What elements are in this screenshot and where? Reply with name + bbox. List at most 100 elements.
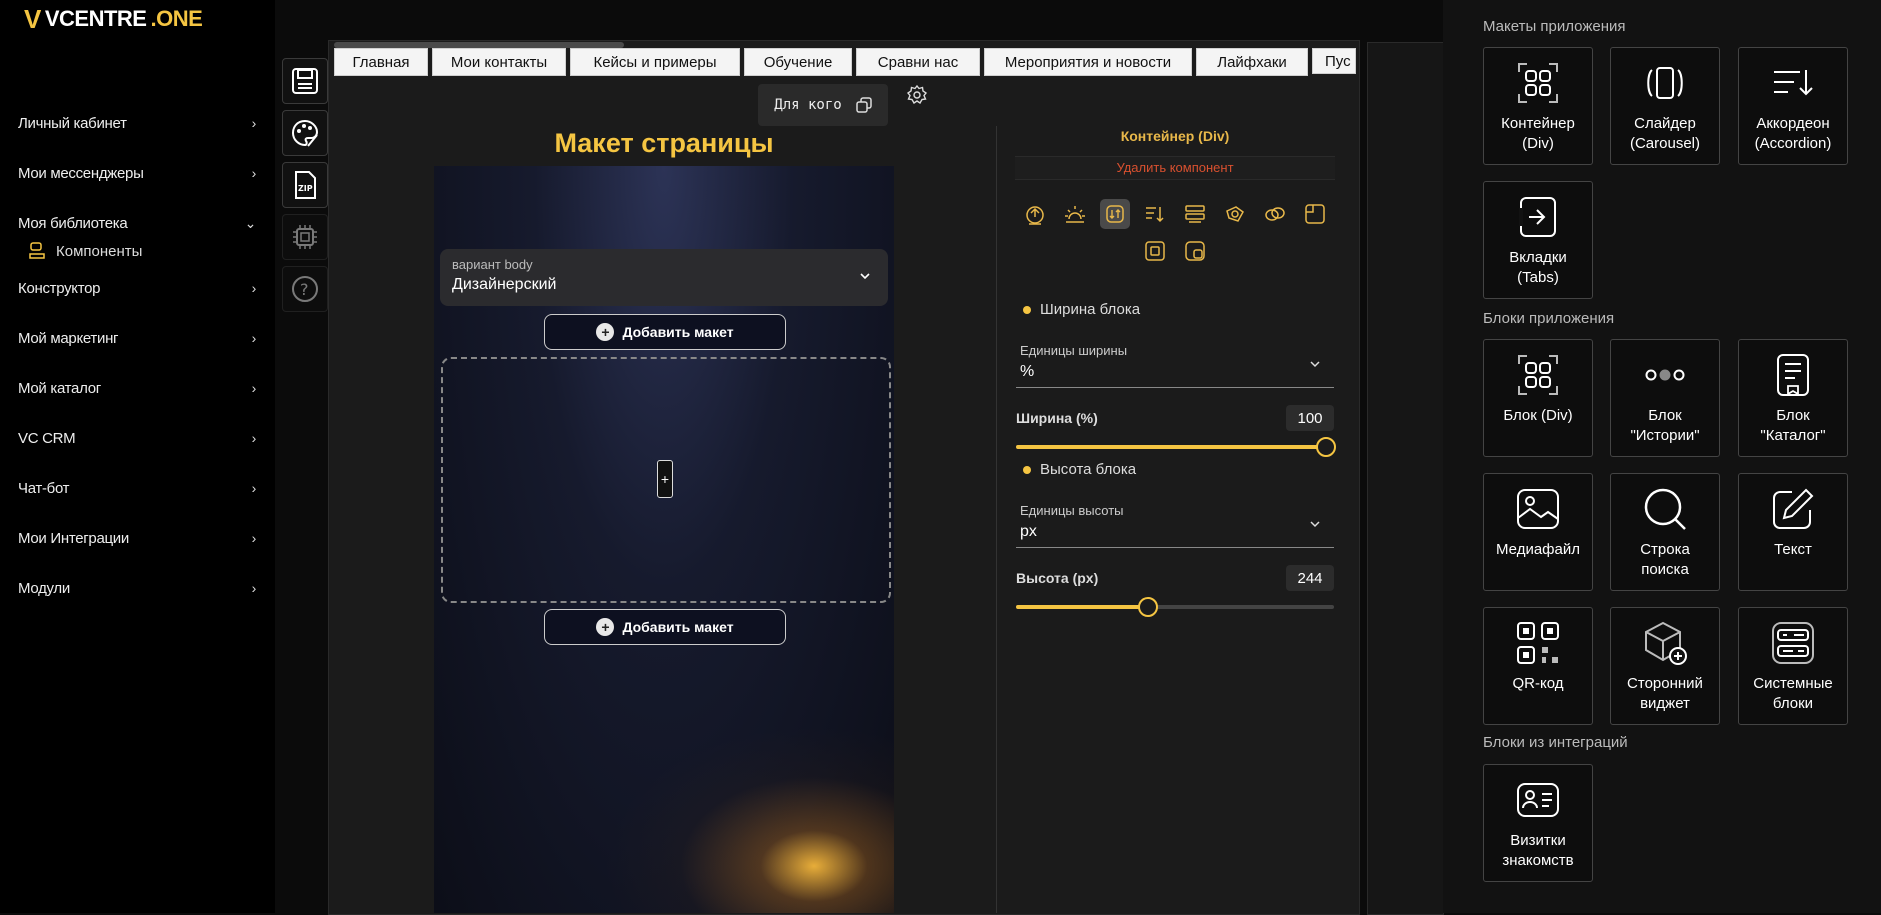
sidebar-item-constructor[interactable]: Конструктор › <box>18 276 258 300</box>
add-layout-button-top[interactable]: + Добавить макет <box>544 314 786 350</box>
sidebar-item-catalog[interactable]: Мой каталог › <box>18 376 258 400</box>
component-card-business-cards[interactable]: Визитки знакомств <box>1483 764 1593 882</box>
tab-events[interactable]: Мероприятия и новости <box>984 48 1192 76</box>
rows-icon <box>1185 205 1205 223</box>
height-block-label: Высота блока <box>1023 461 1136 478</box>
chip-button[interactable] <box>282 214 328 260</box>
component-card-text[interactable]: Текст <box>1738 473 1848 591</box>
component-card-search[interactable]: Строка поиска <box>1610 473 1720 591</box>
height-units-select[interactable]: Единицы высоты px <box>1016 503 1334 548</box>
prop-icon-size[interactable] <box>1100 199 1130 229</box>
integration-blocks-title: Блоки из интеграций <box>1483 734 1628 751</box>
page-title: Макет страницы <box>554 128 774 158</box>
border-icon <box>1305 204 1325 224</box>
tab-cases[interactable]: Кейсы и примеры <box>570 48 740 76</box>
component-card-media[interactable]: Медиафайл <box>1483 473 1593 591</box>
sidebar-item-integrations[interactable]: Мои Интеграции › <box>18 526 258 550</box>
tab-learning[interactable]: Обучение <box>744 48 852 76</box>
prop-icon-layout[interactable] <box>1180 199 1210 229</box>
prop-icon-brightness[interactable] <box>1060 199 1090 229</box>
for-whom-button[interactable]: Для кого <box>758 84 888 126</box>
chevron-right-icon: › <box>251 115 257 131</box>
component-card-qr[interactable]: QR-код <box>1483 607 1593 725</box>
width-slider-label: Ширина (%) <box>1016 410 1098 426</box>
tab-lifehacks[interactable]: Лайфхаки <box>1196 48 1308 76</box>
design-button[interactable] <box>282 110 328 156</box>
bullet-dot <box>1023 305 1031 314</box>
app-layouts-title: Макеты приложения <box>1483 18 1626 35</box>
chevron-right-icon: › <box>251 580 257 596</box>
component-card-carousel[interactable]: Слайдер (Carousel) <box>1610 47 1720 165</box>
settings-icon[interactable] <box>906 84 928 106</box>
component-card-system[interactable]: Системные блоки <box>1738 607 1848 725</box>
width-slider[interactable] <box>1016 437 1336 457</box>
chevron-right-icon: › <box>251 380 257 396</box>
add-layout-button-bottom[interactable]: + Добавить макет <box>544 609 786 645</box>
chevron-down-icon <box>1310 521 1320 528</box>
save-icon <box>292 68 318 94</box>
stories-icon <box>1640 350 1690 400</box>
tab-contacts[interactable]: Мои контакты <box>432 48 566 76</box>
search-icon <box>1640 484 1690 534</box>
chevron-right-icon: › <box>251 430 257 446</box>
plus-icon: + <box>596 323 615 341</box>
tab-compare[interactable]: Сравни нас <box>856 48 980 76</box>
chevron-down-icon: ⌄ <box>244 214 257 231</box>
chevron-down-icon <box>860 273 870 280</box>
height-slider-label: Высота (px) <box>1016 570 1099 586</box>
sidebar-item-chatbot[interactable]: Чат-бот › <box>18 476 258 500</box>
sidebar-item-cabinet[interactable]: Личный кабинет › <box>18 111 258 135</box>
sidebar-subitem-components[interactable]: Компоненты <box>28 241 142 261</box>
tab-more[interactable]: Пус <box>1312 48 1356 74</box>
prop-icon-position[interactable] <box>1020 199 1050 229</box>
prop-icon-animation[interactable] <box>1220 199 1250 229</box>
width-units-select[interactable]: Единицы ширины % <box>1016 343 1334 388</box>
help-button[interactable]: ? <box>282 266 328 312</box>
chevron-down-icon <box>1310 361 1320 368</box>
component-card-block-div[interactable]: Блок (Div) <box>1483 339 1593 457</box>
app-blocks-title: Блоки приложения <box>1483 310 1615 327</box>
sidebar-item-library[interactable]: Моя библиотека ⌄ <box>18 211 258 235</box>
component-title: Контейнер (Div) <box>1120 128 1230 144</box>
component-card-stories[interactable]: Блок "Истории" <box>1610 339 1720 457</box>
qr-icon <box>1513 618 1563 668</box>
prop-icon-border[interactable] <box>1300 199 1330 229</box>
height-slider-fill <box>1016 605 1147 609</box>
chevron-right-icon: › <box>251 165 257 181</box>
catalog-icon <box>1768 350 1818 400</box>
help-icon: ? <box>292 276 318 302</box>
prop-icon-link[interactable] <box>1260 199 1290 229</box>
body-variant-select[interactable]: вариант body Дизайнерский <box>440 249 888 306</box>
width-slider-fill <box>1016 445 1324 449</box>
zip-export-button[interactable]: ZIP <box>282 162 328 208</box>
component-card-tabs[interactable]: Вкладки (Tabs) <box>1483 181 1593 299</box>
height-slider[interactable] <box>1016 597 1334 617</box>
width-slider-thumb[interactable] <box>1316 437 1336 457</box>
component-card-accordion[interactable]: Аккордеон (Accordion) <box>1738 47 1848 165</box>
svg-text:?: ? <box>300 280 309 299</box>
component-card-catalog[interactable]: Блок "Каталог" <box>1738 339 1848 457</box>
chip-icon <box>293 225 317 249</box>
component-card-widget[interactable]: Сторонний виджет <box>1610 607 1720 725</box>
sun-icon <box>1065 206 1085 223</box>
tab-home[interactable]: Главная <box>334 48 428 76</box>
component-card-container[interactable]: Контейнер (Div) <box>1483 47 1593 165</box>
link-icon <box>1265 207 1285 221</box>
chevron-right-icon: › <box>251 480 257 496</box>
prop-icon-padding[interactable] <box>1140 236 1170 266</box>
save-button[interactable] <box>282 58 328 104</box>
sidebar-item-marketing[interactable]: Мой маркетинг › <box>18 326 258 350</box>
widget-icon <box>1640 618 1690 668</box>
add-component-button[interactable]: + <box>657 460 673 498</box>
prop-icon-margin[interactable] <box>1180 236 1210 266</box>
sidebar-item-messengers[interactable]: Мои мессенджеры › <box>18 161 258 185</box>
height-value-input[interactable]: 244 <box>1286 565 1334 591</box>
svg-text:ZIP: ZIP <box>298 184 313 193</box>
tabs-icon <box>1513 192 1563 242</box>
delete-component-button[interactable]: Удалить компонент <box>1015 156 1335 180</box>
prop-icon-sort[interactable] <box>1140 199 1170 229</box>
width-value-input[interactable]: 100 <box>1286 405 1334 431</box>
sidebar-item-crm[interactable]: VC CRM › <box>18 426 258 450</box>
sidebar-item-modules[interactable]: Модули › <box>18 576 258 600</box>
logo[interactable]: V VCENTRE .ONE <box>24 6 203 32</box>
